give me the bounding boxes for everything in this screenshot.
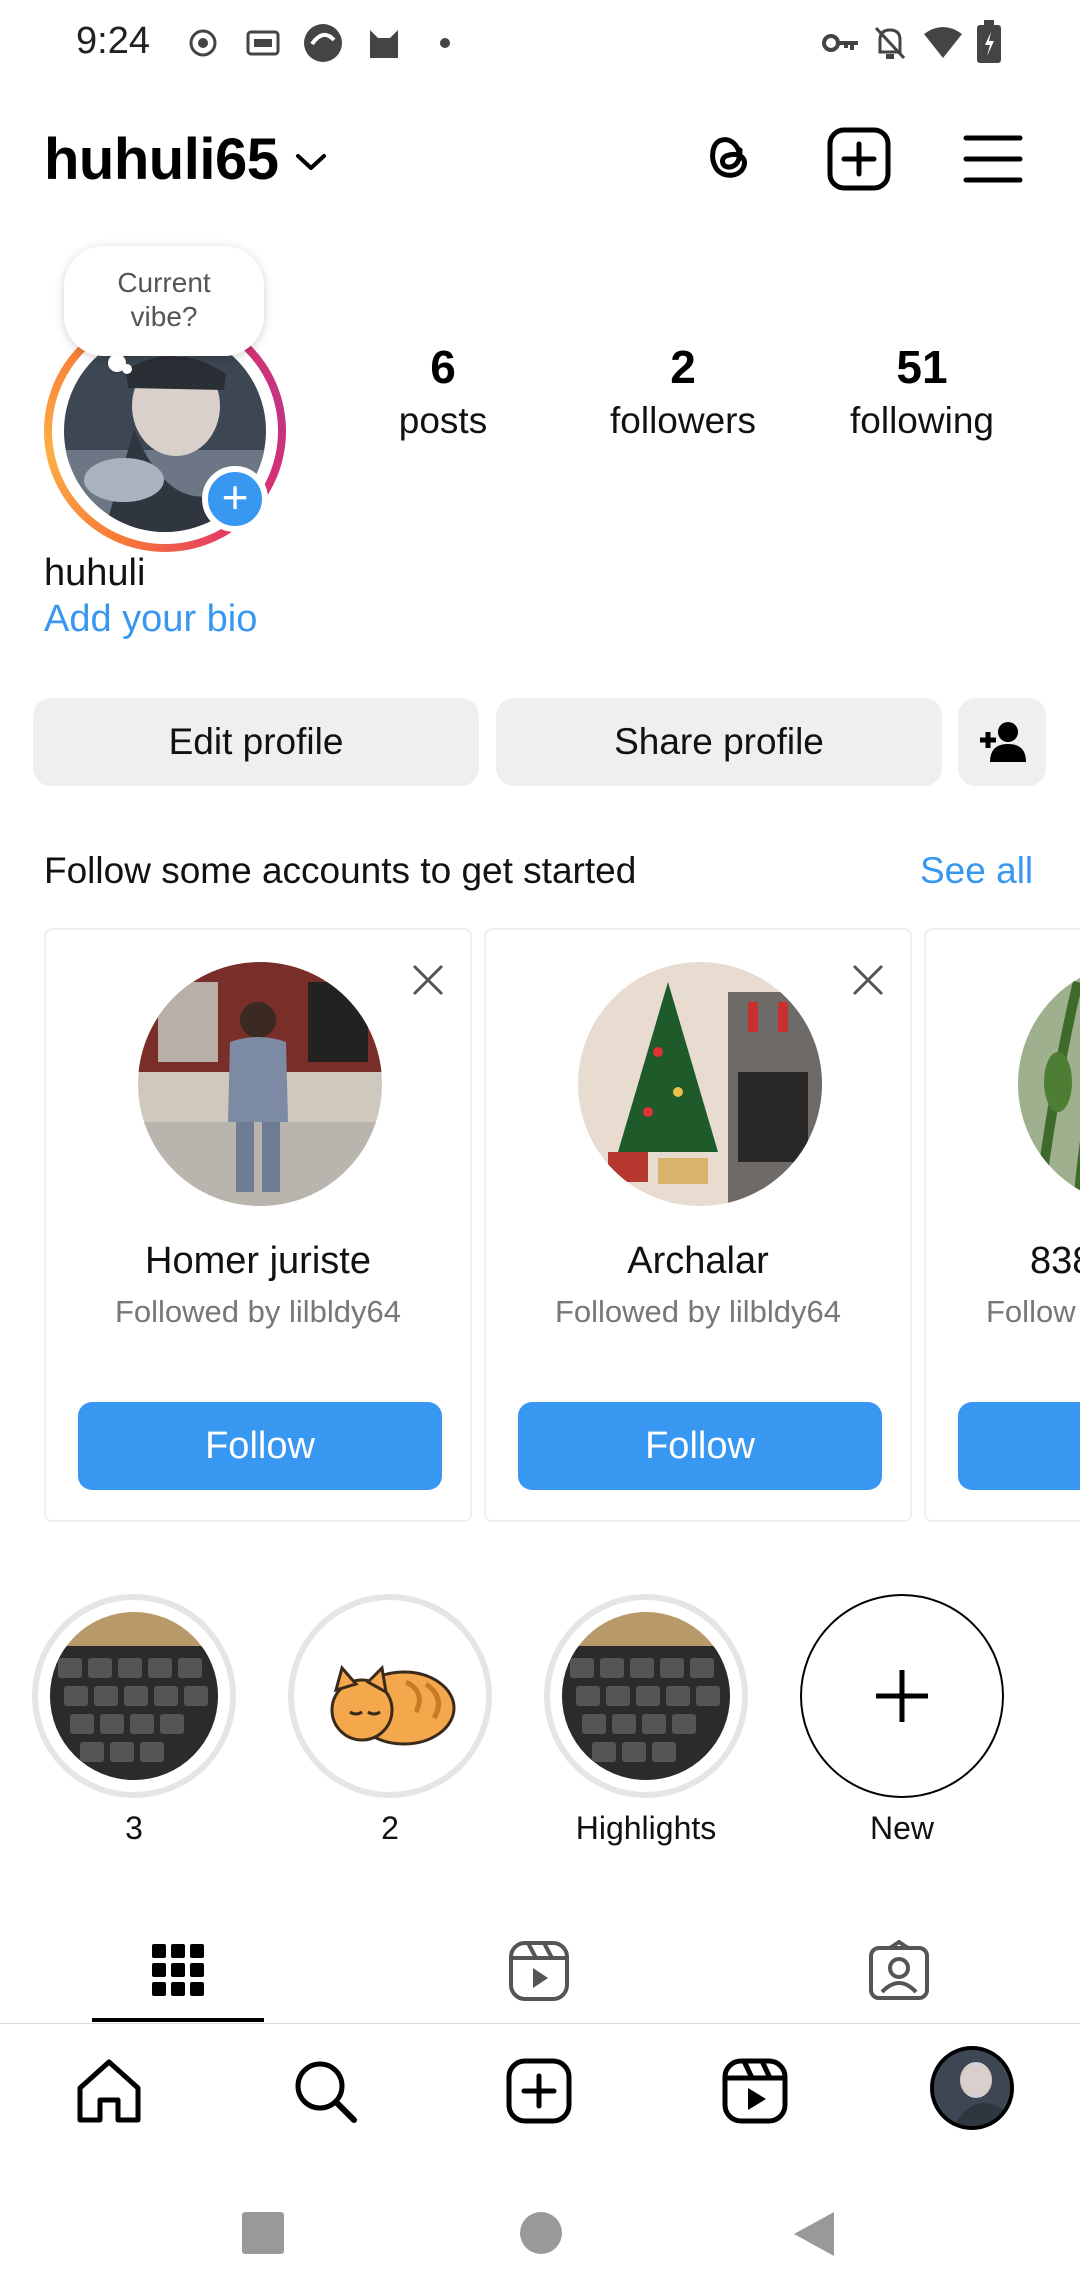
suggested-user-name: Homer juriste	[145, 1240, 371, 1282]
follow-button[interactable]	[958, 1402, 1080, 1490]
bubble-tail-small	[122, 364, 132, 374]
suggestion-card[interactable]: Homer juriste Followed by lilbldy64 Foll…	[44, 928, 472, 1522]
highlight-cover	[306, 1612, 474, 1780]
suggested-user-name: Archalar	[627, 1240, 769, 1282]
suggested-user-photo[interactable]	[138, 962, 382, 1206]
suggested-user-subtitle: Followed by lilbldy64	[554, 1294, 842, 1329]
tab-grid[interactable]	[88, 1910, 268, 2024]
stat-following-label: following	[850, 400, 994, 441]
create-icon[interactable]	[504, 2056, 574, 2126]
see-all-link[interactable]: See all	[920, 850, 1033, 892]
notification-dot	[440, 38, 450, 48]
stat-following-value: 51	[896, 341, 948, 393]
profile-nav-avatar[interactable]	[930, 2046, 1014, 2130]
vibe-prompt-text: Current vibe?	[117, 267, 211, 332]
recents-button[interactable]	[242, 2212, 284, 2254]
suggested-user-name: 838	[1030, 1240, 1080, 1282]
browser-icon	[304, 24, 342, 62]
cat-app-icon	[370, 30, 398, 58]
system-navigation-bar	[0, 2160, 1080, 2280]
active-tab-indicator	[92, 2018, 264, 2022]
tab-reels[interactable]	[450, 1910, 630, 2024]
discover-people-button[interactable]	[958, 698, 1046, 786]
vpn-key-icon	[822, 34, 858, 52]
add-story-button[interactable]: +	[202, 466, 268, 532]
suggested-user-subtitle: Follow	[986, 1294, 1076, 1329]
stat-followers-value: 2	[670, 341, 696, 393]
stat-posts-value: 6	[430, 341, 456, 393]
add-bio-link[interactable]: Add your bio	[44, 598, 257, 641]
home-icon[interactable]	[74, 2056, 144, 2126]
highlight-item[interactable]: 3	[32, 1594, 236, 1847]
dismiss-icon[interactable]	[408, 960, 448, 1000]
search-icon[interactable]	[290, 2056, 360, 2126]
tagged-icon	[869, 1940, 929, 2000]
suggestion-card[interactable]: Archalar Followed by lilbldy64 Follow	[484, 928, 912, 1522]
record-icon	[189, 29, 217, 57]
status-bar: 9:24	[0, 0, 1080, 86]
highlight-item[interactable]: 2	[288, 1594, 492, 1847]
dismiss-icon[interactable]	[848, 960, 888, 1000]
reels-nav-icon[interactable]	[720, 2056, 790, 2126]
username[interactable]: huhuli65	[44, 126, 279, 193]
silent-bell-icon	[874, 26, 906, 60]
profile-header: huhuli65	[0, 110, 1080, 210]
profile-content-tabs	[0, 1910, 1080, 2024]
edit-profile-button[interactable]: Edit profile	[33, 698, 479, 786]
highlight-label: New	[869, 1810, 934, 1846]
battery-icon	[977, 20, 1001, 63]
stat-followers-label: followers	[610, 400, 756, 441]
suggested-user-photo[interactable]	[578, 962, 822, 1206]
reels-icon	[509, 1941, 569, 2001]
menu-icon[interactable]	[960, 126, 1026, 192]
chevron-down-icon[interactable]	[294, 150, 328, 174]
wifi-icon	[924, 27, 962, 58]
highlight-label: 2	[381, 1810, 399, 1846]
plus-icon	[876, 1670, 928, 1722]
suggestions-title: Follow some accounts to get started	[44, 850, 637, 891]
status-time: 9:24	[76, 20, 150, 62]
highlight-cover	[50, 1612, 218, 1780]
highlight-cover	[562, 1612, 730, 1780]
highlight-item[interactable]: Highlights	[544, 1594, 748, 1847]
stat-followers[interactable]: 2 followers	[583, 340, 783, 442]
suggestion-card[interactable]: 838 Follow	[924, 928, 1080, 1522]
home-button[interactable]	[520, 2212, 562, 2254]
follow-button[interactable]: Follow	[78, 1402, 442, 1490]
bottom-navigation	[0, 2026, 1080, 2146]
display-name: huhuli	[44, 552, 146, 594]
suggested-user-photo[interactable]	[1018, 962, 1080, 1206]
share-profile-button[interactable]: Share profile	[496, 698, 942, 786]
threads-icon[interactable]	[696, 126, 762, 192]
stat-following[interactable]: 51 following	[822, 340, 1022, 442]
vibe-note-bubble[interactable]: Current vibe?	[64, 246, 264, 356]
suggested-user-subtitle: Followed by lilbldy64	[114, 1294, 402, 1329]
highlight-label: Highlights	[575, 1810, 717, 1846]
add-person-icon	[980, 722, 1026, 762]
iqiyi-icon	[246, 30, 280, 56]
back-button[interactable]	[792, 2210, 836, 2258]
grid-icon	[152, 1944, 204, 1996]
create-post-icon[interactable]	[826, 126, 892, 192]
follow-button[interactable]: Follow	[518, 1402, 882, 1490]
highlight-label: 3	[125, 1810, 143, 1846]
new-highlight-item[interactable]: New	[800, 1594, 1004, 1847]
stat-posts-label: posts	[398, 400, 488, 441]
stat-posts[interactable]: 6 posts	[343, 340, 543, 442]
tab-tagged[interactable]	[810, 1910, 990, 2024]
